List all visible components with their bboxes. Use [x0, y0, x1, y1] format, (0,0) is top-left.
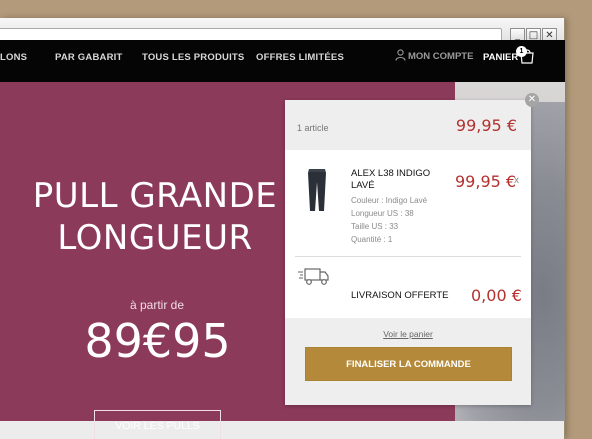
cart-item-name[interactable]: ALEX L38 INDIGO LAVÉ — [351, 168, 441, 192]
cart-summary-header: 1 article 99,95 € — [285, 100, 531, 150]
close-dropdown-icon[interactable]: ✕ — [525, 93, 539, 107]
hero-title-line2: LONGUEUR — [57, 218, 253, 258]
hero-title: PULL GRANDE LONGUEUR — [30, 175, 280, 259]
cart-total: 99,95 € — [455, 116, 517, 135]
nav-item-offres-limitees[interactable]: OFFRES LIMITÉES — [256, 52, 344, 63]
nav-item-par-gabarit[interactable]: PAR GABARIT — [55, 52, 122, 63]
cart-dropdown: 1 article 99,95 € ALEX L38 INDIGO LAVÉ C… — [285, 100, 531, 405]
account-label: MON COMPTE — [408, 51, 474, 62]
hero-price: 89€95 — [84, 314, 231, 368]
cart-item-quantity: Quantité : 1 — [351, 235, 393, 244]
jeans-thumbnail[interactable] — [305, 168, 329, 212]
account-link[interactable]: MON COMPTE — [395, 49, 473, 62]
main-nav: LONS PAR GABARIT TOUS LES PRODUITS OFFRE… — [0, 40, 565, 82]
cart-item-count: 1 article — [297, 123, 329, 133]
cart-item-length: Longueur US : 38 — [351, 209, 414, 218]
view-cart-link[interactable]: Voir le panier — [285, 329, 531, 339]
cart-item-size: Taille US : 33 — [351, 222, 399, 231]
shipping-price: 0,00 € — [471, 286, 522, 305]
cart-count-badge: 1 — [516, 46, 527, 57]
delivery-truck-icon — [298, 268, 329, 285]
divider — [295, 256, 521, 257]
shipping-label: LIVRAISON OFFERTE — [351, 290, 449, 301]
nav-item-lons[interactable]: LONS — [0, 52, 27, 63]
cart-dropdown-footer: Voir le panier FINALISER LA COMMANDE — [285, 318, 531, 405]
cart-item-price: 99,95 € — [455, 172, 517, 191]
checkout-button[interactable]: FINALISER LA COMMANDE — [305, 347, 512, 381]
user-icon — [395, 49, 406, 61]
cart-item-color: Couleur : Indigo Lavé — [351, 196, 428, 205]
nav-item-tous-les-produits[interactable]: TOUS LES PRODUITS — [142, 52, 244, 63]
cart-label[interactable]: PANIER — [483, 52, 518, 63]
hero-title-line1: PULL GRANDE — [32, 176, 278, 216]
voir-les-pulls-button[interactable]: VOIR LES PULLS — [94, 410, 221, 439]
remove-item-button[interactable]: x — [514, 175, 519, 186]
